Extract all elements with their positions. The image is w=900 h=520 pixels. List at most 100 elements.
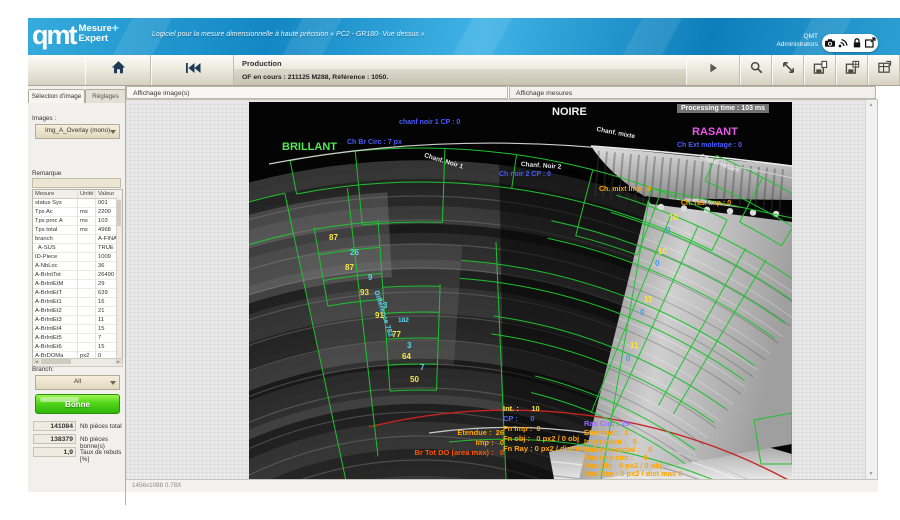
table-cell — [78, 325, 96, 333]
branch-label: Branch: — [32, 366, 54, 373]
table-cell — [78, 253, 96, 261]
table-row[interactable]: A-BrIntTot26490 — [33, 271, 122, 280]
table-row[interactable]: A-BrIntEt615 — [33, 343, 122, 352]
home-button[interactable] — [85, 55, 151, 85]
table-row[interactable]: A-NbLoc36 — [33, 262, 122, 271]
camera-icon[interactable] — [824, 37, 836, 49]
table-row[interactable]: Tps Acms2200 — [33, 208, 122, 217]
rewind-icon — [184, 60, 202, 81]
stat-value: 138379 — [33, 434, 76, 444]
table-row[interactable]: Tps proc Ams103 — [33, 217, 122, 226]
image-status-bar: 1456x1088 0.78X — [126, 480, 878, 492]
sector-count: 10 — [669, 214, 678, 222]
expand-button[interactable] — [772, 55, 804, 85]
table-cell: ID-Piece — [33, 253, 78, 261]
sidebar-panel: Sélection d'image Réglages Images : Img_… — [28, 86, 126, 492]
tab-settings[interactable]: Réglages — [85, 89, 126, 103]
processing-time-badge: Processing time : 103 ms — [677, 104, 769, 113]
table-row[interactable]: Tps totalms4968 — [33, 226, 122, 235]
part-status-button[interactable]: Bonne — [35, 394, 120, 414]
ladder-value: 3 — [383, 302, 387, 310]
table-row[interactable]: ID-Piece1009 — [33, 253, 122, 262]
tab-image-selection[interactable]: Sélection d'image — [28, 89, 85, 103]
ladder-value: 91 — [375, 312, 384, 320]
table-cell: A-BrIntEt4 — [33, 325, 78, 333]
layout-button[interactable] — [868, 55, 900, 85]
tab-image-display[interactable]: Affichage image(s) — [126, 86, 508, 99]
ladder-value: 77 — [392, 331, 401, 339]
table-cell: ms — [78, 217, 96, 225]
image-canvas: Processing time : 103 ms NOIREBRILLANTRA… — [126, 99, 878, 480]
ladder-value: 182 — [398, 318, 409, 325]
tab-measure-display[interactable]: Affichage mesures — [509, 86, 876, 99]
scrollbar-thumb[interactable] — [117, 200, 121, 226]
table-cell — [78, 244, 96, 252]
stat-total: 141084 Nb pièces total — [28, 421, 125, 433]
zone-label-brillant: BRILLANT — [282, 142, 337, 153]
col-unite: Unité — [78, 190, 96, 198]
scene-shape — [727, 208, 733, 214]
table-row[interactable]: A-BrIntEt116 — [33, 298, 122, 307]
sector-count: 0 — [655, 260, 659, 268]
measurement-label: Ch. ras. Imp : 0 — [681, 200, 731, 207]
scroll-right-arrow[interactable]: ► — [115, 359, 122, 364]
qmt-logo: qmt Mesure Expert + — [32, 20, 119, 51]
table-row[interactable]: A-SUSTRUE — [33, 244, 122, 253]
table-row[interactable]: branchA-FINA — [33, 235, 122, 244]
stat-reject-rate: 1,9 Taux de rebuts [%] — [28, 447, 125, 459]
save-image-button[interactable] — [836, 55, 868, 85]
branch-select[interactable]: All — [35, 375, 120, 390]
home-icon — [110, 59, 127, 81]
col-valeur: Valeur — [96, 190, 122, 198]
readout-line: Br Tot DO (area max) : 0 — [415, 449, 504, 457]
measurement-label: Ch Br Circ : 7 px — [347, 139, 402, 146]
mode-label: Production — [234, 55, 686, 69]
stat-value: 1,9 — [33, 447, 76, 457]
readout-line: Imp : 0 — [476, 439, 504, 447]
search-button[interactable] — [740, 55, 772, 85]
table-cell: status Sys — [33, 199, 78, 207]
table-row[interactable]: status Sys001 — [33, 199, 122, 208]
window-icon[interactable] — [864, 37, 876, 49]
stat-label: Taux de rebuts [%] — [80, 449, 125, 463]
ladder-value: 64 — [402, 353, 411, 361]
content-area: Sélection d'image Réglages Images : Img_… — [28, 86, 900, 492]
table-cell — [78, 280, 96, 288]
zone-label-rasant: RASANT — [692, 127, 738, 138]
canvas-vertical-scrollbar[interactable]: ▲ ▼ — [865, 100, 877, 479]
save-report-icon — [813, 60, 828, 80]
scroll-down-arrow[interactable]: ▼ — [866, 469, 876, 479]
rewind-button[interactable] — [151, 55, 234, 85]
ladder-value: 93 — [360, 289, 369, 297]
save-report-button[interactable] — [804, 55, 836, 85]
scrollbar-thumb[interactable] — [41, 359, 71, 364]
image-select[interactable]: Img_A_Overlay (mono) — [35, 124, 120, 139]
table-cell — [78, 271, 96, 279]
measurement-label: chanf noir 1 CP : 0 — [399, 119, 460, 126]
status-icon-tray — [822, 34, 878, 52]
table-row[interactable]: A-BrIntEt57 — [33, 334, 122, 343]
chevron-down-icon — [110, 381, 116, 385]
table-vertical-scrollbar[interactable] — [116, 198, 122, 358]
user-group: QMT — [776, 33, 818, 41]
measurement-label: Ch Ext moletage : 0 — [677, 142, 742, 149]
lock-icon[interactable] — [851, 37, 863, 49]
table-row[interactable]: A-BrIntEt221 — [33, 307, 122, 316]
table-row[interactable]: A-BrIntEtT639 — [33, 289, 122, 298]
signal-icon[interactable] — [837, 37, 849, 49]
table-cell: A-BrIntEt2 — [33, 307, 78, 315]
remark-field[interactable] — [32, 178, 121, 188]
table-cell: Tps total — [33, 226, 78, 234]
table-cell: A-BrIntEtT — [33, 289, 78, 297]
scroll-left-arrow[interactable]: ◄ — [33, 359, 40, 364]
table-row[interactable]: A-BrIntEt415 — [33, 325, 122, 334]
scroll-up-arrow[interactable]: ▲ — [866, 100, 876, 110]
table-row[interactable]: A-BrIntEt311 — [33, 316, 122, 325]
play-button[interactable] — [686, 55, 740, 85]
sector-count: 10 — [658, 248, 667, 256]
camera-image-view[interactable]: Processing time : 103 ms NOIREBRILLANTRA… — [249, 102, 792, 479]
table-row[interactable]: A-BrIntEtM29 — [33, 280, 122, 289]
measure-table-body: status Sys001Tps Acms2200Tps proc Ams103… — [33, 199, 122, 359]
logo-plus: + — [112, 21, 119, 35]
image-select-value: Img_A_Overlay (mono) — [45, 127, 110, 134]
